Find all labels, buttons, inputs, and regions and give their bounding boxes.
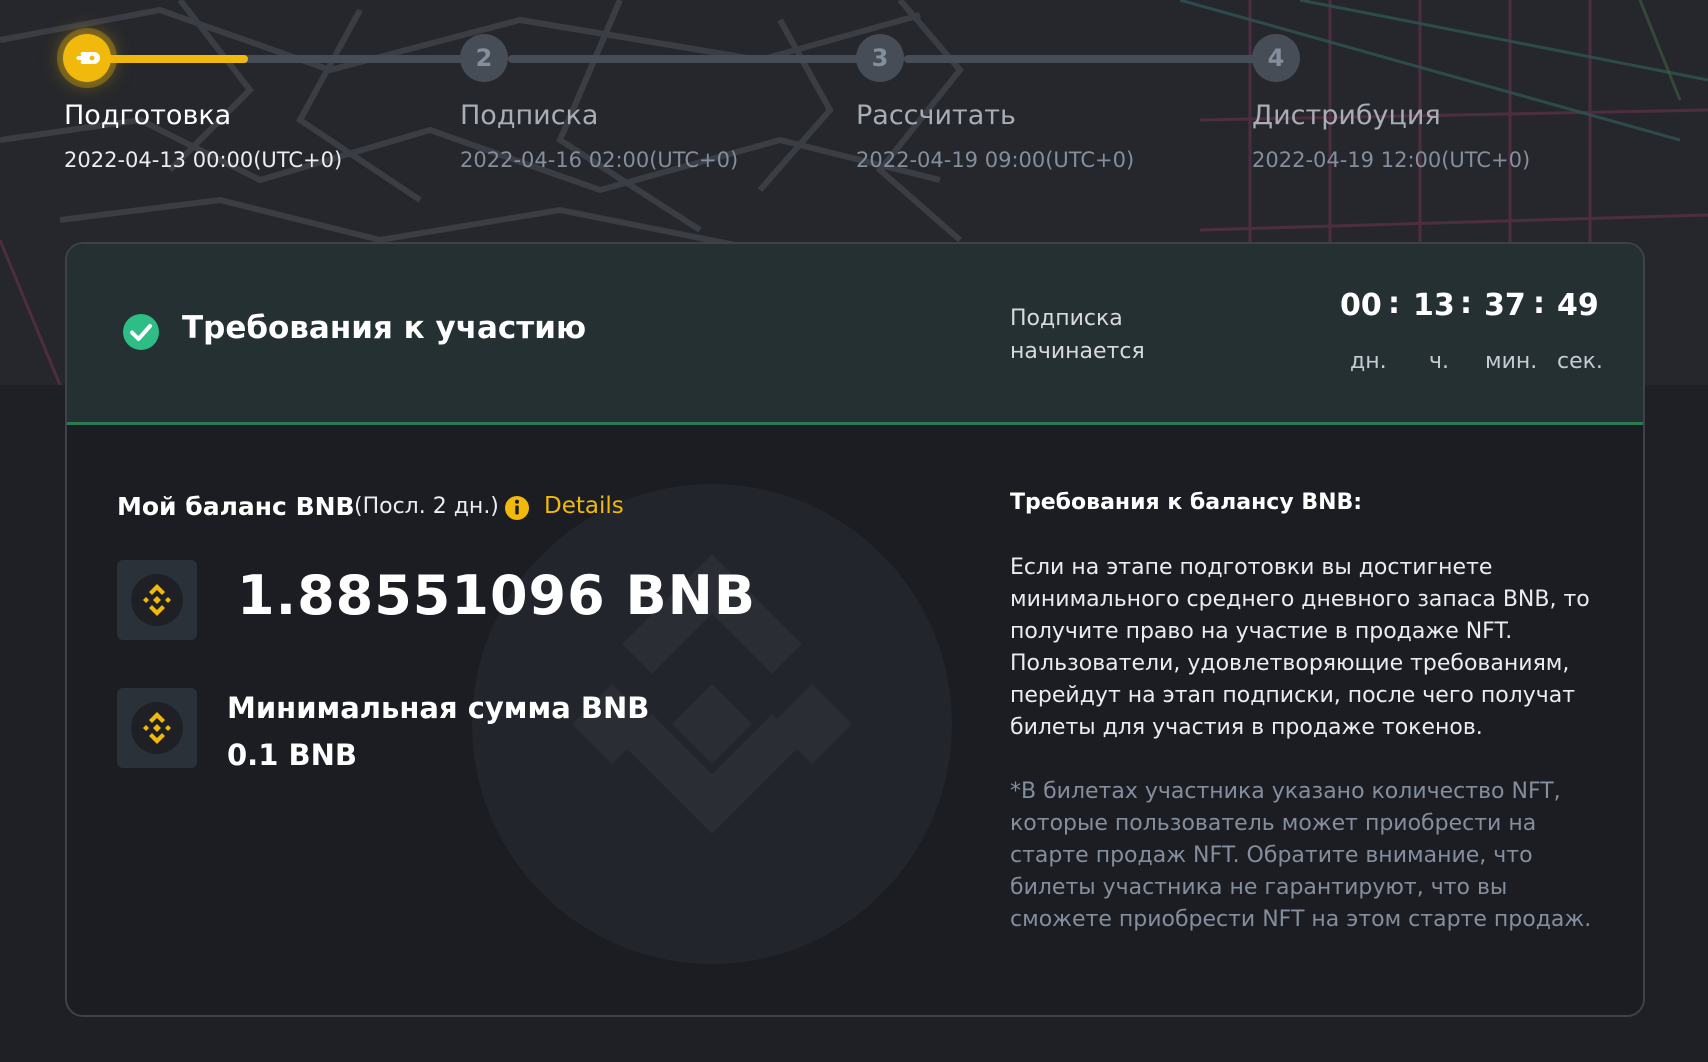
step-2-label: Подписка xyxy=(460,100,599,131)
bnb-coin-icon xyxy=(131,574,183,626)
step-4-label: Дистрибуция xyxy=(1252,100,1441,131)
countdown-separator: : xyxy=(1388,286,1400,321)
step-2-date: 2022-04-16 02:00(UTC+0) xyxy=(460,148,739,172)
subscription-starts-label: Подписка начинается xyxy=(1010,306,1145,364)
step-1-node xyxy=(63,34,111,82)
info-icon[interactable] xyxy=(504,495,530,521)
rocket-icon xyxy=(74,52,100,64)
step-2-node: 2 xyxy=(460,34,508,82)
step-3-label: Рассчитать xyxy=(856,100,1016,131)
countdown-separator: : xyxy=(1460,286,1472,321)
min-balance-value: 0.1 BNB xyxy=(227,738,357,772)
countdown-hours: 13 xyxy=(1413,288,1455,323)
countdown-hours-unit: ч. xyxy=(1429,349,1449,374)
participation-card: Требования к участию Подписка начинается… xyxy=(65,242,1645,1017)
step-4-number: 4 xyxy=(1267,44,1285,72)
countdown-seconds: 49 xyxy=(1557,288,1599,323)
details-link[interactable]: Details xyxy=(544,493,624,519)
step-4-date: 2022-04-19 12:00(UTC+0) xyxy=(1252,148,1531,172)
countdown-separator: : xyxy=(1533,286,1545,321)
balance-period: (Посл. 2 дн.) xyxy=(354,494,499,519)
progress-stepper: 2 3 4 Подготовка 2022-04-13 00:00(UTC+0)… xyxy=(0,0,1708,200)
check-circle-icon xyxy=(123,314,159,350)
bnb-requirements-description: Если на этапе подготовки вы достигнете м… xyxy=(1010,555,1590,740)
balance-amount: 1.88551096 BNB xyxy=(237,564,756,627)
step-3-date: 2022-04-19 09:00(UTC+0) xyxy=(856,148,1135,172)
countdown-seconds-unit: сек. xyxy=(1557,349,1603,374)
bnb-requirements-title: Требования к балансу BNB: xyxy=(1010,490,1363,515)
requirements-title: Требования к участию xyxy=(182,310,587,346)
requirements-header: Требования к участию Подписка начинается… xyxy=(67,244,1643,425)
countdown-days-unit: дн. xyxy=(1350,349,1387,374)
countdown-minutes: 37 xyxy=(1484,288,1526,323)
step-2-number: 2 xyxy=(475,44,493,72)
min-balance-label: Минимальная сумма BNB xyxy=(227,691,650,725)
step-3-node: 3 xyxy=(856,34,904,82)
countdown-minutes-unit: мин. xyxy=(1485,349,1538,374)
bnb-coin-icon xyxy=(131,702,183,754)
countdown-days: 00 xyxy=(1340,288,1382,323)
step-4-node: 4 xyxy=(1252,34,1300,82)
step-3-number: 3 xyxy=(871,44,889,72)
balance-title: Мой баланс BNB xyxy=(117,492,355,521)
stepper-track-segment xyxy=(904,55,1276,63)
step-1-label: Подготовка xyxy=(64,100,232,131)
stepper-track-segment xyxy=(508,55,880,63)
balance-coin-box xyxy=(117,560,197,640)
stepper-progress-fill xyxy=(104,55,248,63)
bnb-requirements-note: *В билетах участника указано количество … xyxy=(1010,779,1592,932)
step-1-date: 2022-04-13 00:00(UTC+0) xyxy=(64,148,343,172)
min-coin-box xyxy=(117,688,197,768)
